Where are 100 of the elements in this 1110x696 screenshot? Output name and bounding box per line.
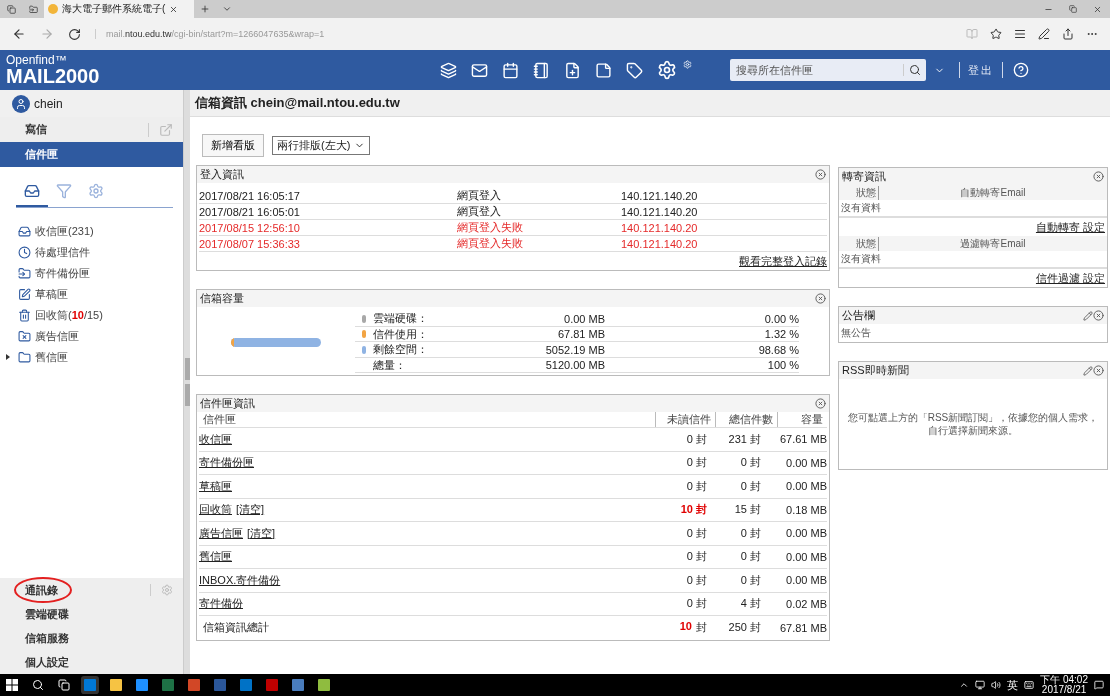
- total-count: 0 封: [739, 549, 761, 565]
- keyboard-icon[interactable]: [1024, 680, 1035, 690]
- layout-select[interactable]: 兩行排版(左大): [272, 136, 371, 155]
- unread-count: 0 封: [685, 525, 707, 541]
- nav-item[interactable]: 寫信: [0, 117, 183, 142]
- tag-icon[interactable]: [626, 61, 643, 79]
- login-history-link[interactable]: 觀看完整登入記錄: [739, 254, 827, 269]
- unread-count: 0 封: [685, 596, 707, 612]
- mail-icon[interactable]: [471, 61, 488, 79]
- add-document-icon[interactable]: [564, 61, 581, 79]
- folder-link[interactable]: INBOX.寄件備份: [199, 572, 281, 588]
- close-icon[interactable]: [815, 398, 826, 409]
- help-icon[interactable]: [1013, 62, 1029, 78]
- folder-size: 67.81 MB: [778, 621, 827, 634]
- folder-link[interactable]: 舊信匣: [199, 549, 232, 565]
- folder-link[interactable]: 廣告信匣: [199, 525, 243, 541]
- chevron-up-icon[interactable]: [959, 680, 970, 690]
- search-icon[interactable]: [32, 679, 44, 691]
- close-icon[interactable]: [169, 4, 179, 14]
- username: chein: [34, 96, 63, 111]
- search-box[interactable]: 搜尋所在信件匣: [730, 59, 926, 81]
- login-type: 網頁登入: [457, 188, 502, 203]
- empty-link[interactable]: [清空]: [247, 525, 276, 541]
- close-icon[interactable]: [1093, 310, 1104, 321]
- edit-icon[interactable]: [1083, 310, 1093, 321]
- browser-tab[interactable]: 海大電子郵件系統電子(: [44, 0, 194, 18]
- panel-title: 登入資訊: [200, 167, 245, 182]
- small-settings-icon[interactable]: [683, 60, 692, 69]
- search-field[interactable]: 搜尋所在信件匣: [730, 64, 903, 76]
- login-time: 2017/08/21 16:05:01: [199, 205, 301, 218]
- folder-size: 0.18 MB: [785, 503, 827, 516]
- login-type: 網頁登入失敗: [457, 236, 524, 251]
- login-type: 網頁登入失敗: [457, 220, 524, 235]
- task-view-icon[interactable]: [58, 679, 70, 691]
- folder-link[interactable]: 回收筒: [199, 502, 232, 518]
- close-icon[interactable]: [815, 293, 826, 304]
- notebook-icon[interactable]: [533, 61, 550, 79]
- panel-title: 公告欄: [842, 308, 876, 323]
- clock[interactable]: 下午 04:02 2017/8/21: [1040, 675, 1088, 695]
- unread-count: 0 封: [685, 572, 707, 588]
- settings-link[interactable]: 信件過濾 設定: [1035, 271, 1105, 286]
- folder-item[interactable]: 草稿匣: [35, 286, 68, 302]
- login-ip: 140.121.140.20: [621, 221, 699, 234]
- pen-icon[interactable]: [1038, 28, 1050, 40]
- total-count: 0 封: [739, 478, 761, 494]
- network-icon[interactable]: [975, 680, 986, 690]
- capacity-label: 剩餘空間：: [373, 342, 429, 357]
- folder-link[interactable]: 收信匣: [199, 431, 232, 447]
- notification-icon[interactable]: [1094, 680, 1104, 690]
- close-icon[interactable]: [1093, 365, 1104, 376]
- folder-item[interactable]: 待處理信件: [35, 244, 90, 260]
- folder-item[interactable]: 收信匣(231): [35, 223, 94, 239]
- column-header: 狀態: [839, 236, 879, 251]
- folder-link[interactable]: 草稿匣: [199, 478, 232, 494]
- input-language[interactable]: 英: [1007, 677, 1019, 693]
- capacity-percent: 100 %: [766, 359, 799, 371]
- share-icon[interactable]: [1062, 28, 1074, 40]
- close-icon[interactable]: [1093, 4, 1102, 14]
- total-count: 231 封: [727, 431, 761, 447]
- capacity-size: 0.00 MB: [563, 312, 605, 325]
- folder-size: 0.00 MB: [785, 574, 827, 587]
- splitter-handle[interactable]: [184, 384, 190, 406]
- login-ip: 140.121.140.20: [621, 205, 699, 218]
- close-icon[interactable]: [815, 169, 826, 180]
- folder-size: 0.00 MB: [785, 456, 827, 469]
- volume-icon[interactable]: [991, 680, 1002, 690]
- unread-count: 10 封: [679, 502, 707, 518]
- page-title: 信箱資訊 chein@mail.ntou.edu.tw: [190, 90, 1110, 117]
- folder-item[interactable]: 舊信匣: [35, 349, 68, 365]
- settings-link[interactable]: 自動轉寄 設定: [1035, 220, 1105, 235]
- folder-item[interactable]: 回收筒(10/15): [35, 307, 103, 323]
- nav-item[interactable]: 通訊錄: [25, 582, 150, 598]
- star-icon[interactable]: [990, 28, 1002, 40]
- calendar-icon[interactable]: [502, 61, 519, 79]
- edit-icon[interactable]: [1083, 365, 1093, 376]
- start-icon[interactable]: [6, 679, 18, 691]
- folder-link[interactable]: 寄件備份匣: [199, 455, 254, 471]
- folder-item[interactable]: 廣告信匣: [35, 328, 79, 344]
- empty-link[interactable]: [清空]: [236, 502, 265, 518]
- nav-item[interactable]: 個人設定: [25, 654, 183, 670]
- nav-item[interactable]: 雲端硬碟: [25, 606, 183, 622]
- add-board-button[interactable]: 新增看版: [202, 134, 264, 157]
- empty-message: 沒有資料: [839, 200, 1107, 218]
- close-icon[interactable]: [1093, 171, 1104, 182]
- panel-title: 信箱容量: [200, 291, 245, 306]
- note-icon[interactable]: [595, 61, 612, 79]
- nav-item[interactable]: 信件匣: [0, 142, 183, 167]
- column-header: 容量: [777, 412, 827, 427]
- folder-link[interactable]: 寄件備份: [199, 596, 243, 612]
- restore-icon[interactable]: [1069, 5, 1077, 13]
- layers-icon[interactable]: [440, 61, 457, 79]
- splitter-handle[interactable]: [184, 358, 190, 380]
- back-icon[interactable]: [12, 27, 26, 41]
- address-field[interactable]: mail.ntou.edu.tw/cgi-bin/start?m=1266047635&wrap=1: [95, 29, 325, 39]
- refresh-icon[interactable]: [68, 27, 81, 41]
- nav-item[interactable]: 信箱服務: [25, 630, 183, 646]
- logout-link[interactable]: 登出: [968, 62, 994, 78]
- hub-icon[interactable]: [1014, 28, 1026, 40]
- empty-message: 沒有資料: [839, 251, 1107, 269]
- folder-item[interactable]: 寄件備份匣: [35, 265, 90, 281]
